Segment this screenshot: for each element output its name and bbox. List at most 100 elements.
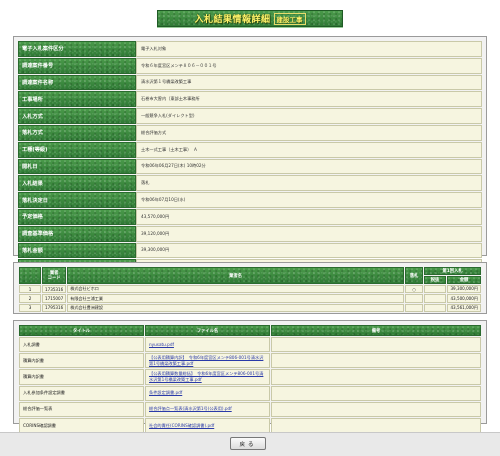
bidder-code: 1735316 bbox=[42, 285, 67, 294]
document-title: 入札参加条件設定調書 bbox=[19, 385, 144, 401]
detail-value: 総合評価方式 bbox=[136, 124, 482, 141]
document-title: 入札調書 bbox=[19, 337, 144, 353]
document-row: 入札調書 nyusatu.pdf bbox=[19, 337, 481, 353]
docs-header-title: タイトル bbox=[19, 325, 144, 336]
bidder-award bbox=[405, 303, 423, 313]
detail-label: 調査基準価格 bbox=[18, 225, 136, 242]
bidder-amount-total: 43,500,000円 bbox=[447, 294, 481, 303]
bidder-row: 3 1795316 株式会社豊洲建設 43,561,000円 bbox=[19, 303, 481, 313]
detail-value: 令和06年06月27日(木) 10時02分 bbox=[136, 158, 482, 175]
document-file-cell: 【公表用積算数量総括】 令和6年度宮区メンテ806-001号清水沢第1号橋梁改築… bbox=[145, 369, 270, 385]
document-note bbox=[271, 369, 481, 385]
detail-row: 予定価格 43,570,000円 bbox=[18, 208, 482, 225]
document-title: 積算内訳書 bbox=[19, 369, 144, 385]
detail-row: 調査基準価格 39,120,000円 bbox=[18, 225, 482, 242]
page-subtitle-badge: 建設工事 bbox=[273, 12, 306, 25]
detail-value: 石巻市大曽内（東部土木事務所 bbox=[136, 91, 482, 108]
bidders-header-round: 第1回入札 bbox=[424, 267, 481, 275]
detail-label: 調達案件名称 bbox=[18, 74, 136, 91]
bidders-header-code: 業者 コード bbox=[42, 267, 67, 284]
document-file-link[interactable]: 【公表用積算内訳】 令和6年度宮区メンテ806-001号清水沢第1号橋梁改築工事… bbox=[149, 355, 263, 366]
detail-value: 電子入札対象 bbox=[136, 41, 482, 57]
bidder-award bbox=[405, 294, 423, 303]
document-file-cell: 条件設定調書.pdf bbox=[145, 385, 270, 401]
bidders-panel: 業者 コード 業者名 落札 第1回入札 税抜 金額 1 1735316 株式会社ビホ… bbox=[13, 262, 487, 314]
detail-value: 39,120,000円 bbox=[136, 225, 482, 242]
detail-row: 落札金額 39,300,000円 bbox=[18, 242, 482, 259]
detail-label: 入札方式 bbox=[18, 108, 136, 124]
bidders-header-name: 業者名 bbox=[67, 267, 404, 284]
bidder-code: 1795316 bbox=[42, 303, 67, 313]
document-row: 積算内訳書 【公表用積算数量総括】 令和6年度宮区メンテ806-001号清水沢第1… bbox=[19, 369, 481, 385]
detail-label: 開札日 bbox=[18, 158, 136, 175]
document-note bbox=[271, 385, 481, 401]
document-note bbox=[271, 401, 481, 417]
detail-label: 落札方式 bbox=[18, 124, 136, 141]
document-file-cell: nyusatu.pdf bbox=[145, 337, 270, 353]
back-button[interactable]: 戻る bbox=[230, 437, 266, 450]
detail-value: 39,300,000円 bbox=[136, 242, 482, 259]
detail-label: 入札結果 bbox=[18, 175, 136, 192]
bidder-name: 株式会社ビホロ bbox=[67, 285, 404, 294]
detail-value: 令和06年07月10日(水) bbox=[136, 192, 482, 208]
document-row: CORINS確認調書 社会的責任(CORINS確認調書).pdf bbox=[19, 417, 481, 434]
document-row: 入札参加条件設定調書 条件設定調書.pdf bbox=[19, 385, 481, 401]
document-title: CORINS確認調書 bbox=[19, 417, 144, 434]
detail-row: 落札方式 総合評価方式 bbox=[18, 124, 482, 141]
document-file-link[interactable]: nyusatu.pdf bbox=[149, 342, 174, 347]
bidder-row: 1 1735316 株式会社ビホロ ○ 39,300,000円 bbox=[19, 285, 481, 294]
document-title: 総合評価一覧表 bbox=[19, 401, 144, 417]
bidders-header-award: 落札 bbox=[405, 267, 423, 284]
bidder-name: 株式会社豊洲建設 bbox=[67, 303, 404, 313]
document-file-link[interactable]: 社会的責任(CORINS確認調書).pdf bbox=[149, 423, 214, 428]
detail-row: 工事場所 石巻市大曽内（東部土木事務所 bbox=[18, 91, 482, 108]
bidder-amount-first bbox=[424, 303, 446, 313]
page-title: 入札結果情報詳細 bbox=[194, 15, 271, 25]
detail-row: 開札日 令和06年06月27日(木) 10時02分 bbox=[18, 158, 482, 175]
detail-value: 43,570,000円 bbox=[136, 208, 482, 225]
bidder-amount-first bbox=[424, 294, 446, 303]
document-note bbox=[271, 337, 481, 353]
details-table: 電子入札案件区分 電子入札対象 調達案件番号 令和６年度宮区メンテ８０６－００１号 調達… bbox=[18, 40, 482, 293]
document-file-cell: 【公表用積算内訳】 令和6年度宮区メンテ806-001号清水沢第1号橋梁改築工事… bbox=[145, 353, 270, 369]
document-title: 積算内訳書 bbox=[19, 353, 144, 369]
bidder-no: 3 bbox=[19, 303, 41, 313]
document-row: 総合評価一覧表 総合評価点一覧表(清水沢第1号(公表用).pdf bbox=[19, 401, 481, 417]
page-title-banner: 入札結果情報詳細 建設工事 bbox=[157, 10, 343, 27]
detail-value: 落札 bbox=[136, 175, 482, 192]
detail-row: 調達案件番号 令和６年度宮区メンテ８０６－００１号 bbox=[18, 57, 482, 74]
detail-row: 工種(等級) 土木一式工事（土木工事） Ａ bbox=[18, 141, 482, 158]
detail-label: 工種(等級) bbox=[18, 141, 136, 158]
details-panel: 電子入札案件区分 電子入札対象 調達案件番号 令和６年度宮区メンテ８０６－００１号 調達… bbox=[13, 36, 487, 292]
detail-row: 調達案件名称 清水沢第１号橋梁改築工事 bbox=[18, 74, 482, 91]
detail-label: 電子入札案件区分 bbox=[18, 41, 136, 57]
bidders-header-total: 金額 bbox=[447, 276, 481, 284]
document-note bbox=[271, 353, 481, 369]
bidder-code: 1715007 bbox=[42, 294, 67, 303]
bidder-no: 2 bbox=[19, 294, 41, 303]
bidder-amount-total: 43,561,000円 bbox=[447, 303, 481, 313]
bidders-header-no bbox=[19, 267, 41, 284]
document-file-cell: 総合評価点一覧表(清水沢第1号(公表用).pdf bbox=[145, 401, 270, 417]
document-file-link[interactable]: 条件設定調書.pdf bbox=[149, 390, 182, 395]
bidder-amount-total: 39,300,000円 bbox=[447, 285, 481, 294]
bidders-header-first: 税抜 bbox=[424, 276, 446, 284]
docs-header-file: ファイル名 bbox=[145, 325, 270, 336]
detail-value: 土木一式工事（土木工事） Ａ bbox=[136, 141, 482, 158]
document-file-link[interactable]: 総合評価点一覧表(清水沢第1号(公表用).pdf bbox=[149, 406, 232, 411]
detail-row: 入札方式 一般競争入札(ダイレクト型) bbox=[18, 108, 482, 124]
documents-table: タイトル ファイル名 備考 入札調書 nyusatu.pdf 積算内訳書 【公表用積算… bbox=[18, 324, 482, 434]
detail-label: 予定価格 bbox=[18, 208, 136, 225]
bidders-table: 業者 コード 業者名 落札 第1回入札 税抜 金額 1 1735316 株式会社ビホ… bbox=[18, 266, 482, 313]
detail-label: 落札金額 bbox=[18, 242, 136, 259]
detail-row: 入札結果 落札 bbox=[18, 175, 482, 192]
bidder-amount-first bbox=[424, 285, 446, 294]
docs-header-note: 備考 bbox=[271, 325, 481, 336]
documents-panel: タイトル ファイル名 備考 入札調書 nyusatu.pdf 積算内訳書 【公表用積算… bbox=[13, 320, 487, 434]
detail-value: 一般競争入札(ダイレクト型) bbox=[136, 108, 482, 124]
detail-row: 落札決定日 令和06年07月10日(水) bbox=[18, 192, 482, 208]
document-row: 積算内訳書 【公表用積算内訳】 令和6年度宮区メンテ806-001号清水沢第1号橋… bbox=[19, 353, 481, 369]
document-file-link[interactable]: 【公表用積算数量総括】 令和6年度宮区メンテ806-001号清水沢第1号橋梁改築… bbox=[149, 371, 263, 382]
document-file-cell: 社会的責任(CORINS確認調書).pdf bbox=[145, 417, 270, 434]
detail-label: 調達案件番号 bbox=[18, 57, 136, 74]
